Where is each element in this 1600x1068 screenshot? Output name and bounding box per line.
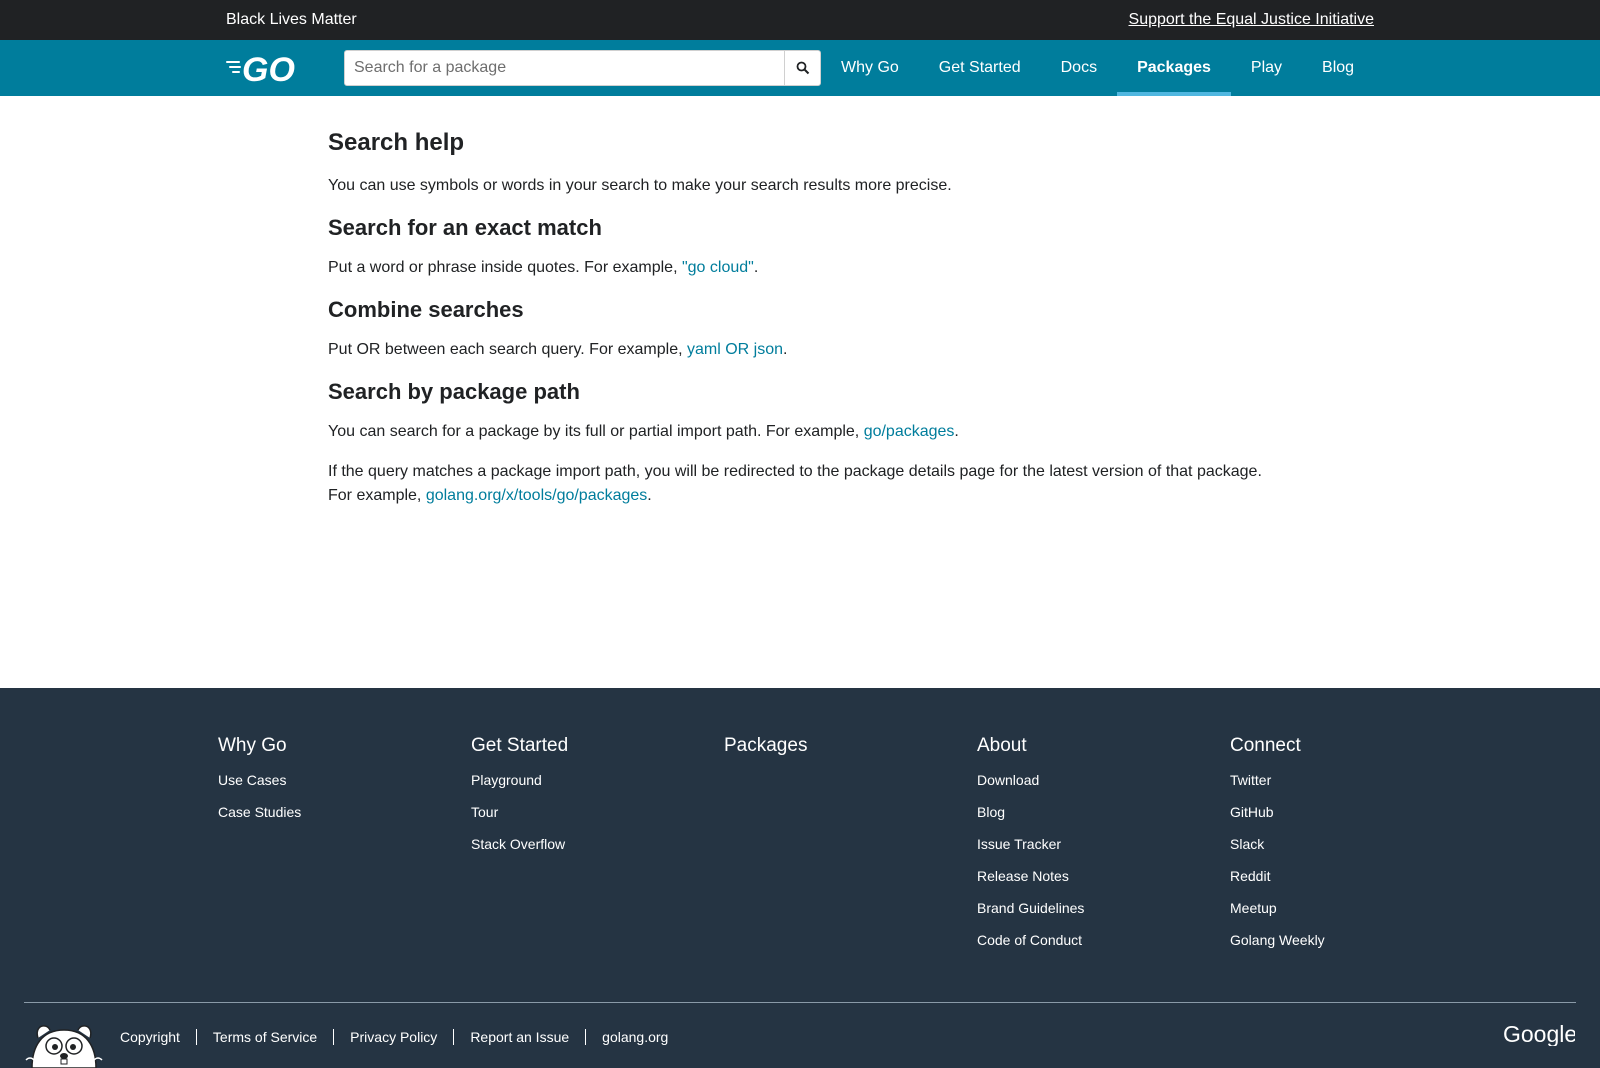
exact-match-text: Put a word or phrase inside quotes. For … <box>328 256 1278 280</box>
nav-play[interactable]: Play <box>1231 40 1302 96</box>
footer-link-use-cases[interactable]: Use Cases <box>218 772 301 788</box>
legal-links: Copyright Terms of Service Privacy Polic… <box>104 1027 684 1047</box>
privacy-policy-link[interactable]: Privacy Policy <box>333 1029 453 1045</box>
footer-link-blog[interactable]: Blog <box>977 804 1084 820</box>
search-help-content: Search help You can use symbols or words… <box>328 96 1278 508</box>
nav-blog[interactable]: Blog <box>1302 40 1374 96</box>
exact-match-desc: Put a word or phrase inside quotes. For … <box>328 259 682 276</box>
footer-col-why-go: Why Go Use Cases Case Studies <box>218 734 301 836</box>
nav-packages[interactable]: Packages <box>1117 40 1231 96</box>
footer-title-why-go[interactable]: Why Go <box>218 734 301 758</box>
footer-title-get-started[interactable]: Get Started <box>471 734 568 758</box>
package-path-heading: Search by package path <box>328 379 580 404</box>
footer-divider <box>24 1002 1576 1003</box>
site-header: GO Why Go Get Started Docs Packages Play… <box>0 40 1600 96</box>
redirect-end: . <box>647 487 652 504</box>
footer-link-download[interactable]: Download <box>977 772 1084 788</box>
search-button[interactable] <box>784 51 820 85</box>
go-cloud-link[interactable]: "go cloud" <box>682 259 754 276</box>
site-footer: Why Go Use Cases Case Studies Get Starte… <box>0 688 1600 1068</box>
yaml-or-json-link[interactable]: yaml OR json <box>687 341 783 358</box>
footer-link-stack-overflow[interactable]: Stack Overflow <box>471 836 568 852</box>
redirect-text: If the query matches a package import pa… <box>328 460 1278 508</box>
footer-col-about: About Download Blog Issue Tracker Releas… <box>977 734 1084 964</box>
combine-end: . <box>783 341 788 358</box>
footer-link-reddit[interactable]: Reddit <box>1230 868 1325 884</box>
main-nav: Why Go Get Started Docs Packages Play Bl… <box>821 40 1374 96</box>
golang-org-link[interactable]: golang.org <box>585 1029 684 1045</box>
footer-link-brand-guidelines[interactable]: Brand Guidelines <box>977 900 1084 916</box>
google-logo-text: Google <box>1503 1022 1575 1046</box>
go-packages-link[interactable]: go/packages <box>864 423 955 440</box>
gopher-icon <box>25 1025 103 1068</box>
combine-text: Put OR between each search query. For ex… <box>328 338 1278 362</box>
footer-col-get-started: Get Started Playground Tour Stack Overfl… <box>471 734 568 868</box>
logo-text: GO <box>242 52 295 84</box>
combine-heading: Combine searches <box>328 297 524 322</box>
package-path-text: You can search for a package by its full… <box>328 420 1278 444</box>
footer-link-tour[interactable]: Tour <box>471 804 568 820</box>
combine-desc: Put OR between each search query. For ex… <box>328 341 687 358</box>
footer-link-twitter[interactable]: Twitter <box>1230 772 1325 788</box>
footer-link-release-notes[interactable]: Release Notes <box>977 868 1084 884</box>
footer-link-slack[interactable]: Slack <box>1230 836 1325 852</box>
footer-link-golang-weekly[interactable]: Golang Weekly <box>1230 932 1325 948</box>
redirect-desc: If the query matches a package import pa… <box>328 463 1262 480</box>
page-title: Search help <box>328 129 465 156</box>
banner-text: Black Lives Matter <box>226 11 357 28</box>
terms-of-service-link[interactable]: Terms of Service <box>195 1029 333 1045</box>
nav-docs[interactable]: Docs <box>1041 40 1117 96</box>
package-path-desc: You can search for a package by its full… <box>328 423 864 440</box>
footer-title-packages[interactable]: Packages <box>724 734 807 758</box>
footer-title-connect[interactable]: Connect <box>1230 734 1325 758</box>
footer-link-case-studies[interactable]: Case Studies <box>218 804 301 820</box>
nav-get-started[interactable]: Get Started <box>919 40 1041 96</box>
exact-match-heading: Search for an exact match <box>328 215 602 240</box>
footer-link-meetup[interactable]: Meetup <box>1230 900 1325 916</box>
redirect-example-prefix: For example, <box>328 487 426 504</box>
search-input[interactable] <box>345 51 785 85</box>
footer-link-issue-tracker[interactable]: Issue Tracker <box>977 836 1084 852</box>
intro-text: You can use symbols or words in your sea… <box>328 177 952 194</box>
exact-match-end: . <box>753 259 759 276</box>
copyright-link[interactable]: Copyright <box>104 1029 196 1045</box>
announcement-banner: Black Lives Matter Support the Equal Jus… <box>0 0 1600 40</box>
footer-link-playground[interactable]: Playground <box>471 772 568 788</box>
package-search <box>344 50 821 86</box>
footer-col-connect: Connect Twitter GitHub Slack Reddit Meet… <box>1230 734 1325 964</box>
footer-link-code-of-conduct[interactable]: Code of Conduct <box>977 932 1084 948</box>
google-logo[interactable]: Google <box>1503 1022 1575 1046</box>
search-icon <box>796 61 809 75</box>
go-logo[interactable]: GO <box>226 52 310 84</box>
footer-title-about[interactable]: About <box>977 734 1084 758</box>
report-issue-link[interactable]: Report an Issue <box>453 1029 585 1045</box>
nav-why-go[interactable]: Why Go <box>821 40 919 96</box>
support-eji-link[interactable]: Support the Equal Justice Initiative <box>1129 11 1374 29</box>
package-path-end: . <box>954 423 959 440</box>
footer-col-packages: Packages <box>724 734 807 772</box>
footer-link-github[interactable]: GitHub <box>1230 804 1325 820</box>
golang-tools-packages-link[interactable]: golang.org/x/tools/go/packages <box>426 487 647 504</box>
